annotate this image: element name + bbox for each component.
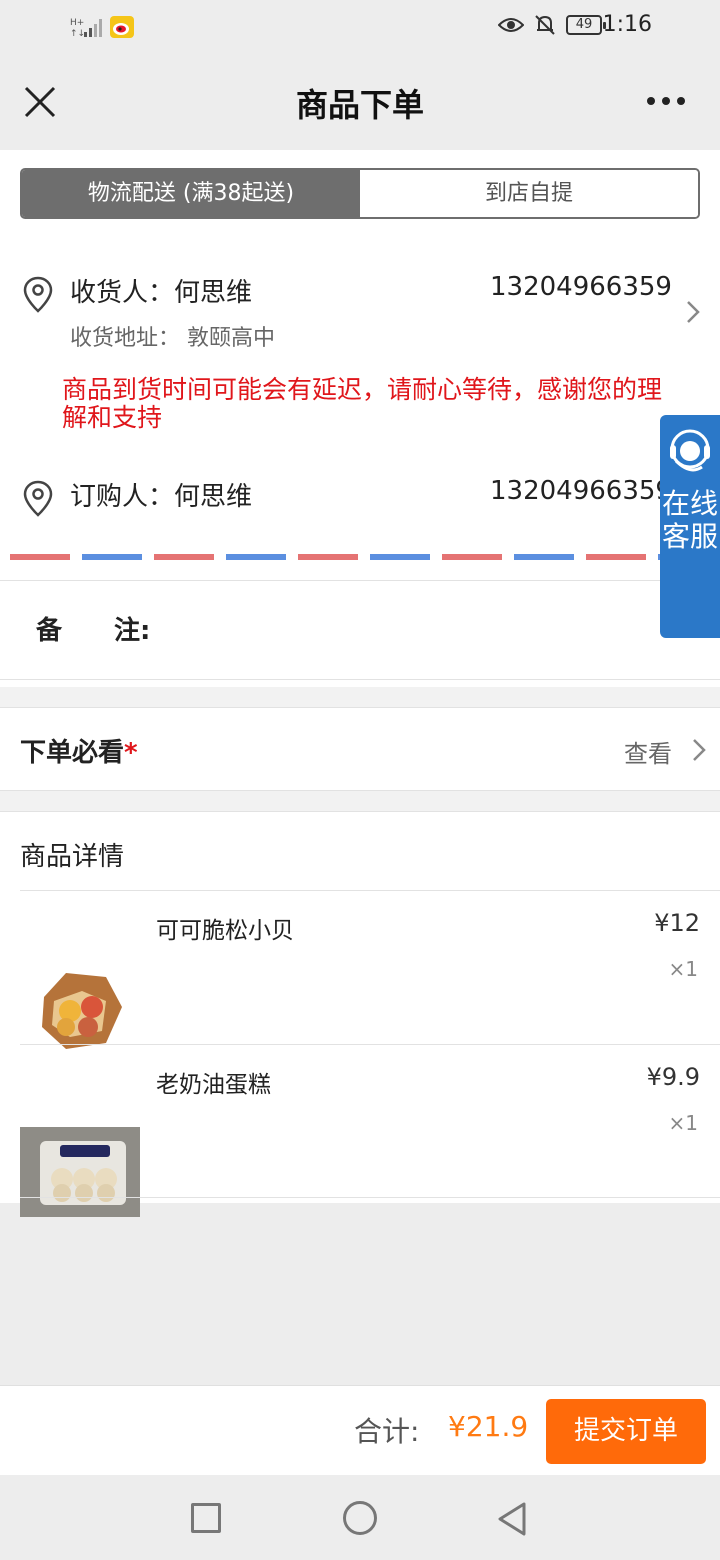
receiver-phone: 13204966359 [490, 272, 672, 302]
delivery-tabs: 物流配送 (满38起送) 到店自提 [20, 168, 700, 219]
back-icon[interactable] [496, 1501, 528, 1537]
remark-label: 备 [36, 616, 65, 646]
list-item[interactable]: 可可脆松小贝 ¥12 ×1 [0, 891, 720, 1049]
view-link[interactable]: 查看 [624, 734, 672, 769]
system-nav-bar [0, 1475, 720, 1560]
more-icon[interactable] [646, 94, 686, 108]
item-price: ¥9.9 [646, 1063, 700, 1091]
must-read-text: 下单必看 [20, 738, 125, 768]
item-name: 老奶油蛋糕 [156, 1072, 271, 1098]
submit-order-button[interactable]: 提交订单 [546, 1399, 706, 1464]
receiver-name: 收货人：何思维 [70, 278, 253, 308]
item-name: 可可脆松小贝 [156, 918, 294, 944]
details-title: 商品详情 [20, 842, 125, 872]
home-icon[interactable] [343, 1501, 377, 1535]
divider [0, 580, 720, 581]
tab-pickup[interactable]: 到店自提 [360, 170, 698, 217]
page-title: 商品下单 [295, 86, 424, 124]
orderer-name: 订购人：何思维 [70, 482, 253, 512]
product-image [20, 1127, 140, 1217]
orderer-row: 订购人：何思维 13204966359 [20, 472, 700, 532]
required-star: * [124, 738, 138, 768]
product-image [42, 973, 122, 1049]
delivery-notice: 商品到货时间可能会有延迟，请耐心等待，感谢您的理解和支持 [62, 375, 663, 432]
section-gap [0, 791, 720, 811]
item-price: ¥12 [654, 909, 700, 937]
svg-text:H+: H+ [70, 18, 84, 28]
list-item[interactable]: 老奶油蛋糕 ¥9.9 ×1 [0, 1045, 720, 1217]
status-time: 1:16 [602, 12, 652, 37]
remark-input[interactable] [170, 596, 650, 656]
must-read-label: 下单必看* [20, 732, 138, 769]
receiver-row[interactable]: 收货人：何思维 13204966359 收货地址： 敦颐高中 [20, 268, 700, 378]
divider [0, 811, 720, 812]
tab-logistics[interactable]: 物流配送 (满38起送) [22, 170, 360, 217]
divider [20, 1197, 720, 1198]
receiver-address: 收货地址： 敦颐高中 [70, 326, 275, 351]
remark-label-suffix: 注: [114, 616, 151, 646]
signal-icon: H+ ↑↓ [70, 18, 102, 38]
eye-icon [498, 18, 524, 32]
total-label: 合计: [354, 1415, 420, 1448]
mute-bell-icon [535, 15, 555, 35]
customer-service-button[interactable]: 在线客服 [660, 415, 720, 638]
section-gap [0, 687, 720, 707]
total-price: ¥21.9 [448, 1410, 529, 1443]
status-icons: 49 [498, 14, 606, 36]
battery-icon: 49 [566, 15, 606, 35]
divider [0, 679, 720, 680]
recent-apps-icon[interactable] [191, 1503, 221, 1533]
status-bar: H+ ↑↓ 49 1:16 [0, 0, 720, 56]
order-page: H+ ↑↓ 49 1:16 商品下单 物流配送 (满38起送) 到店自提 收货人… [0, 0, 720, 1560]
weibo-icon [110, 16, 134, 38]
airmail-divider [0, 554, 720, 560]
chevron-right-icon [687, 301, 700, 323]
chevron-right-icon [693, 739, 706, 761]
headset-icon [670, 429, 710, 472]
item-quantity: ×1 [668, 1111, 698, 1135]
location-pin-icon [23, 480, 53, 517]
order-content: 物流配送 (满38起送) 到店自提 收货人：何思维 13204966359 收货… [0, 150, 720, 1217]
svg-text:↑↓: ↑↓ [70, 29, 85, 38]
customer-service-label: 在线客服 [661, 487, 718, 553]
item-quantity: ×1 [668, 957, 698, 981]
orderer-phone: 13204966359 [490, 476, 672, 506]
nav-bar: 商品下单 [0, 56, 720, 150]
checkout-bar: 合计: ¥21.9 提交订单 [0, 1385, 720, 1475]
location-pin-icon [23, 276, 53, 313]
